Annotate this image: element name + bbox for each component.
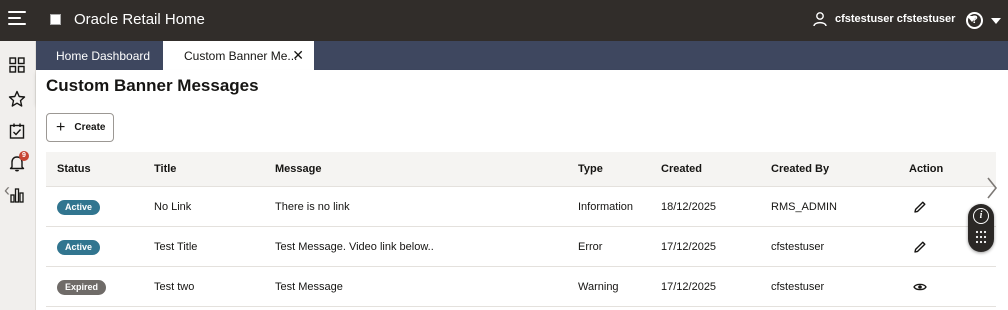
edit-icon[interactable] [913, 240, 927, 254]
tasks-icon[interactable] [8, 122, 26, 140]
help-menu[interactable]: ? [966, 12, 1001, 29]
cell-created: 17/12/2025 [661, 281, 717, 293]
info-icon[interactable]: i [973, 208, 989, 224]
user-menu[interactable]: cfstestuser cfstestuser [812, 11, 978, 27]
hamburger-menu-icon[interactable] [8, 11, 26, 29]
notification-badge: 9 [19, 151, 29, 161]
tab-home-dashboard[interactable]: Home Dashboard [56, 41, 150, 70]
table-row[interactable]: Expired Test two Test Message Warning 17… [46, 267, 996, 307]
cell-title: No Link [154, 201, 192, 213]
cell-type: Error [578, 241, 603, 253]
reports-icon[interactable] [8, 186, 26, 204]
user-icon [813, 12, 827, 27]
cell-created: 18/12/2025 [661, 201, 717, 213]
dashboard-icon[interactable] [8, 56, 26, 74]
tab-custom-banner-messages[interactable]: Custom Banner Me... ✕ [163, 41, 314, 70]
cell-message: There is no link [275, 201, 350, 213]
page-header: Custom Banner Messages [36, 70, 1008, 103]
cell-title: Test two [154, 281, 195, 293]
create-button-label: Create [74, 122, 106, 133]
table-header: Status Title Message Type Created Create… [46, 152, 996, 187]
cell-title: Test Title [154, 241, 198, 253]
cell-created-by: RMS_ADMIN [771, 201, 838, 213]
floating-help-widget[interactable]: i [968, 204, 994, 252]
status-badge: Expired [57, 280, 107, 295]
column-header-type[interactable]: Type [578, 163, 603, 175]
status-badge: Active [57, 240, 101, 255]
main-content: + Create Status Title Message Type Creat… [36, 103, 1008, 310]
cell-created-by: cfstestuser [771, 241, 825, 253]
table-row[interactable]: Active Test Title Test Message. Video li… [46, 227, 996, 267]
cell-type: Information [578, 201, 634, 213]
table-row[interactable]: Active No Link There is no link Informat… [46, 187, 996, 227]
status-badge: Active [57, 200, 101, 215]
user-name: cfstestuser cfstestuser [835, 13, 956, 25]
column-header-created-by[interactable]: Created By [771, 163, 829, 175]
apps-grid-icon[interactable] [975, 230, 987, 244]
page-title: Custom Banner Messages [46, 76, 259, 95]
cell-created-by: cfstestuser [771, 281, 825, 293]
cell-message: Test Message [275, 281, 343, 293]
column-header-message[interactable]: Message [275, 163, 321, 175]
column-header-title[interactable]: Title [154, 163, 176, 175]
close-icon[interactable]: ✕ [292, 47, 304, 64]
top-bar: Oracle Retail Home cfstestuser cfstestus… [0, 0, 1008, 41]
cell-type: Warning [578, 281, 619, 293]
column-header-status[interactable]: Status [57, 163, 91, 175]
tab-label: Custom Banner Me... [184, 48, 298, 63]
chevron-right-icon[interactable] [985, 175, 999, 201]
tab-label: Home Dashboard [56, 48, 151, 63]
column-header-action: Action [909, 163, 944, 175]
logo-image [50, 14, 61, 25]
plus-icon: + [56, 118, 66, 136]
app-title: Oracle Retail Home [74, 11, 205, 28]
cell-message: Test Message. Video link below.. [275, 241, 434, 253]
create-button[interactable]: + Create [46, 113, 114, 142]
column-header-created[interactable]: Created [661, 163, 702, 175]
tab-bar: Home Dashboard Custom Banner Me... ✕ [36, 41, 1008, 70]
caret-down-icon [991, 17, 1001, 24]
favorites-icon[interactable] [8, 90, 26, 108]
help-icon: ? [966, 12, 983, 29]
edit-icon[interactable] [913, 200, 927, 214]
view-icon[interactable] [913, 280, 927, 294]
sidebar: 9 ‹ [0, 41, 36, 310]
cell-created: 17/12/2025 [661, 241, 717, 253]
